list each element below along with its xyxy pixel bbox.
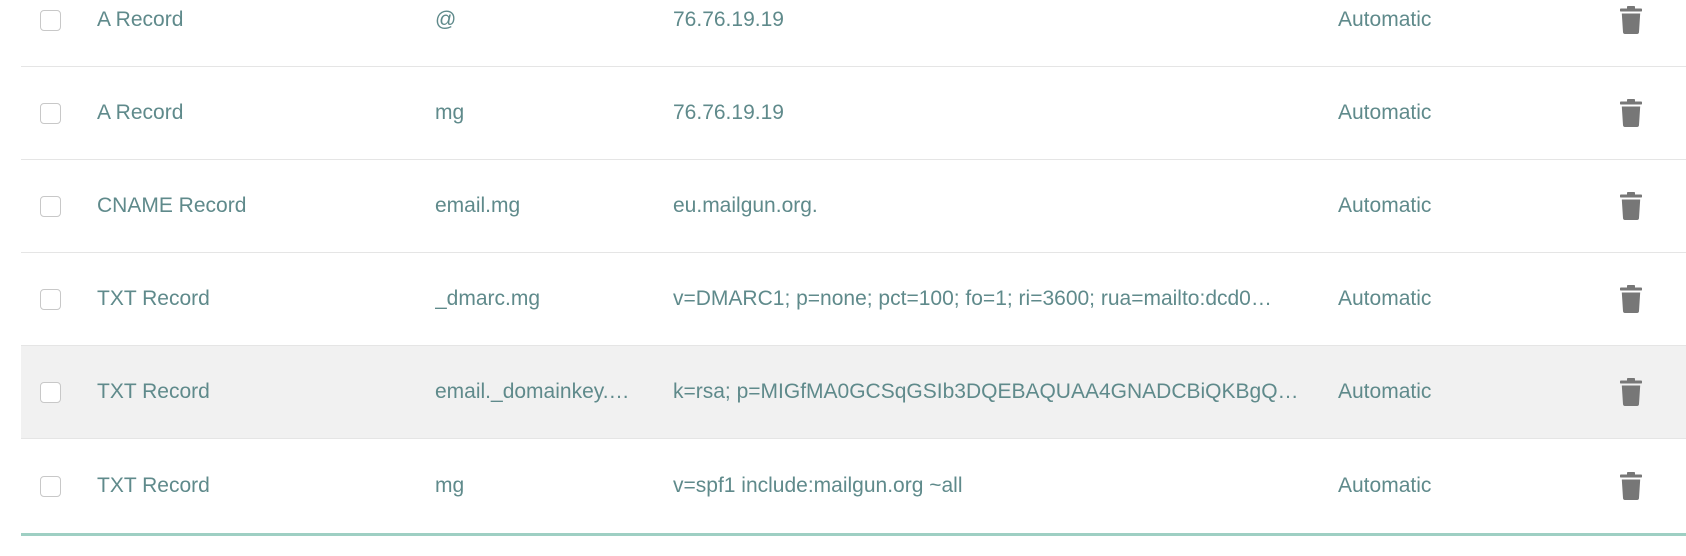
record-host-text: @: [435, 8, 457, 31]
record-host-text: email.mg: [435, 194, 521, 217]
table-row: CNAME Record email.mg eu.mailgun.org. Au…: [21, 160, 1686, 253]
trash-icon[interactable]: [1620, 99, 1642, 127]
delete-button[interactable]: [1611, 253, 1651, 345]
record-host-text: email._domainkey.…: [435, 380, 630, 403]
record-value-text: k=rsa; p=MIGfMA0GCSqGSIb3DQEBAQUAA4GNADC…: [673, 380, 1299, 403]
table-row: A Record mg 76.76.19.19 Automatic: [21, 67, 1686, 160]
table-row: TXT Record mg v=spf1 include:mailgun.org…: [21, 439, 1686, 533]
table-row: TXT Record email._domainkey.… k=rsa; p=M…: [21, 346, 1686, 439]
record-type: A Record: [97, 101, 184, 124]
record-host: mg: [435, 439, 643, 533]
delete-button[interactable]: [1611, 439, 1651, 533]
record-ttl: Automatic: [1338, 287, 1432, 310]
record-type: TXT Record: [97, 287, 210, 310]
dns-records-table: A Record @ 76.76.19.19 Automatic A Recor…: [21, 0, 1686, 536]
record-value: eu.mailgun.org.: [673, 160, 1319, 252]
row-select-checkbox[interactable]: [40, 346, 64, 438]
table-row: TXT Record _dmarc.mg v=DMARC1; p=none; p…: [21, 253, 1686, 346]
record-type: A Record: [97, 8, 184, 31]
record-host: mg: [435, 67, 643, 159]
trash-icon[interactable]: [1620, 6, 1642, 34]
record-value-text: v=DMARC1; p=none; pct=100; fo=1; ri=3600…: [673, 287, 1272, 310]
checkbox[interactable]: [40, 102, 61, 124]
record-value: 76.76.19.19: [673, 0, 1319, 66]
row-select-checkbox[interactable]: [40, 439, 64, 533]
row-select-checkbox[interactable]: [40, 67, 64, 159]
checkbox[interactable]: [40, 475, 61, 497]
record-value-text: v=spf1 include:mailgun.org ~all: [673, 474, 963, 497]
record-type: CNAME Record: [97, 194, 247, 217]
record-ttl: Automatic: [1338, 8, 1432, 31]
delete-button[interactable]: [1611, 160, 1651, 252]
delete-button[interactable]: [1611, 346, 1651, 438]
record-value: v=DMARC1; p=none; pct=100; fo=1; ri=3600…: [673, 253, 1319, 345]
record-host: @: [435, 0, 643, 66]
record-host-text: mg: [435, 474, 465, 497]
checkbox[interactable]: [40, 381, 61, 403]
table-row: A Record @ 76.76.19.19 Automatic: [21, 0, 1686, 67]
checkbox[interactable]: [40, 9, 61, 31]
record-value: k=rsa; p=MIGfMA0GCSqGSIb3DQEBAQUAA4GNADC…: [673, 346, 1319, 438]
record-type: TXT Record: [97, 474, 210, 497]
record-value: 76.76.19.19: [673, 67, 1319, 159]
record-host: _dmarc.mg: [435, 253, 643, 345]
trash-icon[interactable]: [1620, 378, 1642, 406]
row-select-checkbox[interactable]: [40, 160, 64, 252]
record-value: v=spf1 include:mailgun.org ~all: [673, 439, 1319, 533]
record-ttl: Automatic: [1338, 380, 1432, 403]
delete-button[interactable]: [1611, 67, 1651, 159]
trash-icon[interactable]: [1620, 192, 1642, 220]
record-host: email.mg: [435, 160, 643, 252]
record-ttl: Automatic: [1338, 194, 1432, 217]
record-host-text: mg: [435, 101, 465, 124]
delete-button[interactable]: [1611, 0, 1651, 66]
record-host-text: _dmarc.mg: [435, 287, 541, 310]
row-select-checkbox[interactable]: [40, 0, 64, 66]
checkbox[interactable]: [40, 195, 61, 217]
record-ttl: Automatic: [1338, 101, 1432, 124]
record-type: TXT Record: [97, 380, 210, 403]
record-value-text: 76.76.19.19: [673, 101, 784, 124]
record-ttl: Automatic: [1338, 474, 1432, 497]
record-value-text: eu.mailgun.org.: [673, 194, 818, 217]
record-host: email._domainkey.…: [435, 346, 643, 438]
record-value-text: 76.76.19.19: [673, 8, 784, 31]
trash-icon[interactable]: [1620, 472, 1642, 500]
trash-icon[interactable]: [1620, 285, 1642, 313]
checkbox[interactable]: [40, 288, 61, 310]
row-select-checkbox[interactable]: [40, 253, 64, 345]
